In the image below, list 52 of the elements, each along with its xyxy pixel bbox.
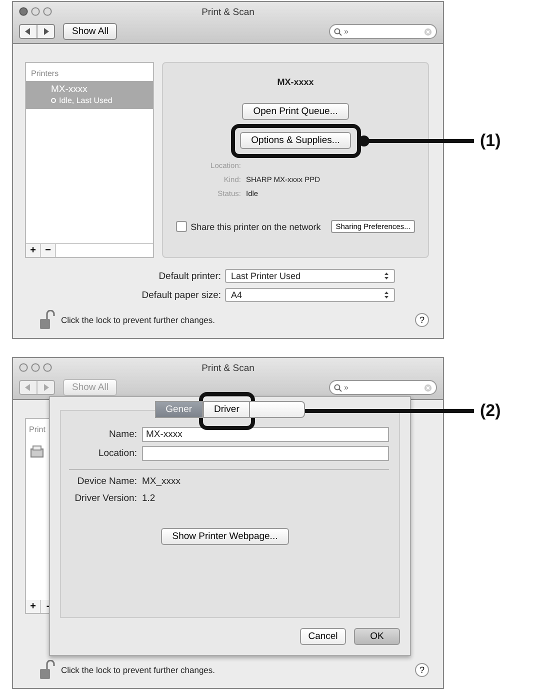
info-label: Driver Version: [74, 493, 137, 504]
tab[interactable]: Driver [203, 401, 250, 418]
info-label: Device Name: [76, 476, 137, 487]
clear-icon[interactable] [424, 384, 432, 392]
lock-text: Click the lock to prevent further changes. [61, 315, 216, 325]
field-label: Name: [108, 429, 137, 440]
popup-menu[interactable]: A4 [225, 288, 395, 302]
window-controls-icon[interactable] [19, 7, 53, 16]
help-button[interactable]: ? [415, 313, 429, 327]
sidebar-header: Print [29, 425, 46, 434]
dialog-button[interactable]: OK [354, 628, 400, 645]
stepper-arrows-icon [384, 291, 389, 299]
window-title: Print & Scan [202, 6, 254, 18]
list-button[interactable]: + [26, 600, 41, 613]
window-controls-icon[interactable] [19, 363, 53, 372]
help-button[interactable]: ? [415, 663, 429, 677]
text-field[interactable]: MX-xxxx [142, 427, 389, 442]
search-icon [334, 384, 342, 392]
search-icon [334, 28, 342, 36]
lock-text: Click the lock to prevent further changes. [61, 665, 216, 675]
info-value: MX_xxxx [142, 476, 181, 487]
lock-icon[interactable] [39, 660, 55, 680]
show-webpage-button[interactable]: Show Printer Webpage... [161, 528, 289, 545]
sidebar-header: Printers [30, 68, 60, 80]
default-label: Default paper size: [140, 290, 221, 300]
printer-name: MX-xxxx [277, 77, 314, 87]
list-button[interactable]: + [26, 244, 41, 257]
show-all-button[interactable]: Show All [63, 23, 118, 40]
callout-frame [199, 392, 255, 430]
search-field[interactable]: » [329, 380, 437, 395]
share-checkbox[interactable] [176, 221, 187, 232]
popup-menu[interactable]: Last Printer Used [225, 269, 395, 283]
clear-icon[interactable] [424, 28, 432, 36]
stepper-arrows-icon [384, 272, 389, 280]
dialog-button[interactable]: Cancel [300, 628, 346, 645]
field-label: Location: [97, 448, 137, 459]
callout-label: (1) [480, 130, 501, 152]
share-label: Share this printer on the network [190, 222, 321, 232]
status-dot-icon [51, 98, 56, 103]
printer-icon [30, 445, 44, 459]
default-label: Default printer: [158, 270, 221, 282]
callout-label: (2) [480, 400, 501, 422]
info-value: 1.2 [142, 493, 156, 504]
window-title: Print & Scan [202, 362, 254, 374]
panel-button[interactable]: Options & Supplies... [240, 132, 351, 149]
panel-button[interactable]: Open Print Queue... [242, 103, 349, 120]
list-button[interactable]: − [41, 244, 56, 257]
tab[interactable] [250, 401, 306, 418]
text-field[interactable] [142, 446, 389, 461]
lock-icon[interactable] [39, 310, 55, 330]
search-field[interactable]: » [329, 24, 437, 39]
back-forward-icon[interactable] [19, 24, 55, 39]
